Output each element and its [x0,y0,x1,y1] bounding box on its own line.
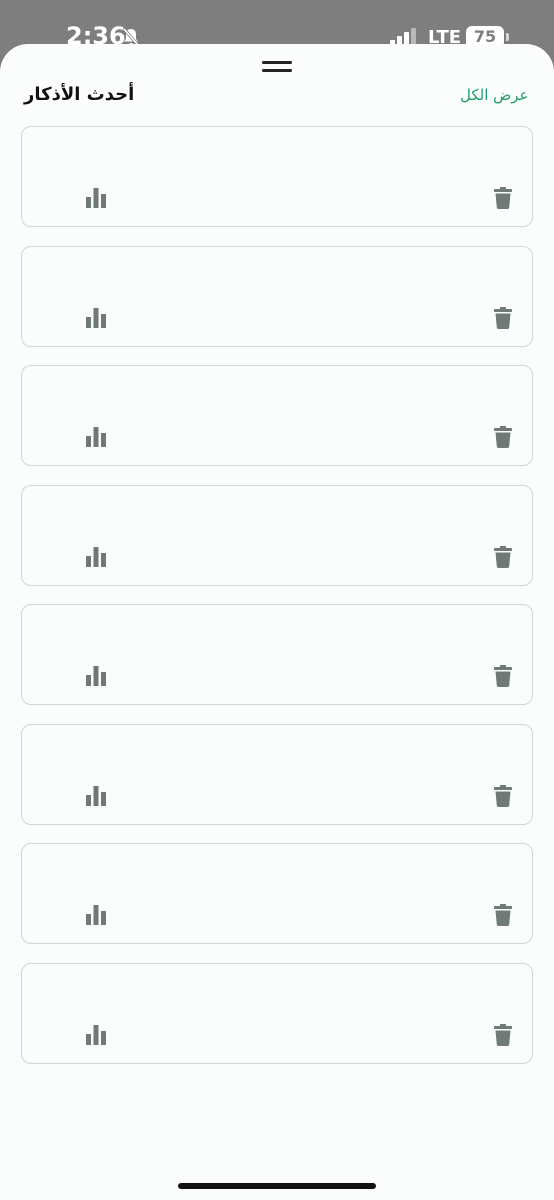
adhkar-card[interactable] [21,723,533,825]
status-bar: 2:36 LTE 75 [0,0,554,50]
trash-icon[interactable] [494,426,512,448]
view-all-link[interactable]: عرض الكل [460,82,552,108]
bar-chart-icon[interactable] [85,904,107,926]
adhkar-card[interactable] [21,126,533,227]
battery-tip [506,33,509,41]
adhkar-card[interactable] [21,245,533,347]
bar-chart-icon[interactable] [85,1024,107,1046]
bar-chart-icon[interactable] [85,426,107,448]
sheet-header: أحدث الأذكار عرض الكل [24,82,530,108]
adhkar-list [21,126,533,1082]
bar-chart-icon[interactable] [85,785,107,807]
adhkar-card[interactable] [21,484,533,586]
trash-icon[interactable] [494,665,512,687]
trash-icon[interactable] [494,904,512,926]
trash-icon[interactable] [494,1023,512,1046]
home-indicator [178,1183,376,1189]
bar-chart-icon[interactable] [85,665,107,687]
bottom-sheet: أحدث الأذكار عرض الكل [0,44,554,1200]
adhkar-card[interactable] [21,843,533,944]
trash-icon[interactable] [494,784,512,807]
section-title: أحدث الأذكار [24,84,135,105]
adhkar-card[interactable] [21,604,533,705]
bar-chart-icon[interactable] [85,307,107,329]
adhkar-card[interactable] [21,962,533,1064]
trash-icon[interactable] [494,306,512,329]
trash-icon[interactable] [494,545,512,568]
bar-chart-icon[interactable] [85,546,107,568]
adhkar-card[interactable] [21,365,533,466]
bar-chart-icon[interactable] [85,187,107,209]
trash-icon[interactable] [494,187,512,209]
drag-handle[interactable] [262,61,292,72]
